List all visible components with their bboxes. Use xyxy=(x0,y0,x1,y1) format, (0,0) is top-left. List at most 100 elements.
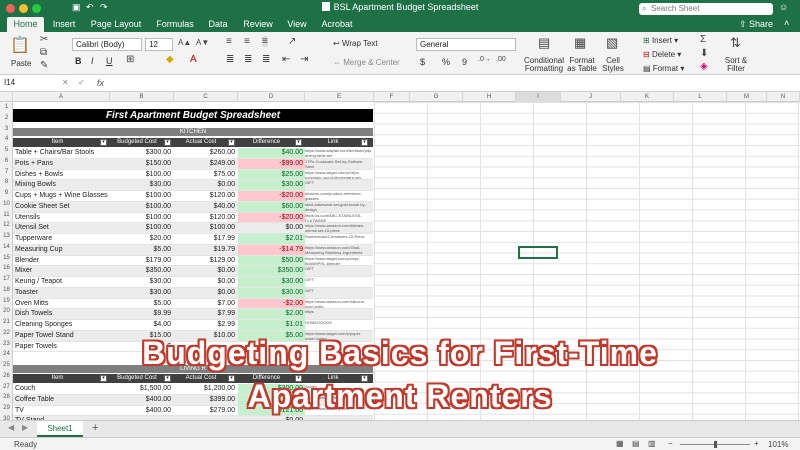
save-icon[interactable]: ▣ xyxy=(72,2,81,13)
actual-cell[interactable]: $0.00 xyxy=(174,266,238,276)
link-cell[interactable]: GIFT xyxy=(305,277,371,287)
link-cell[interactable]: HOMEGOODS xyxy=(305,320,371,330)
decrease-font-icon[interactable]: A▼ xyxy=(196,38,209,47)
difference-cell[interactable]: -$20.00 xyxy=(238,191,305,201)
actual-cell[interactable]: $0.00 xyxy=(174,288,238,298)
tab-view[interactable]: View xyxy=(283,17,311,32)
row-header[interactable]: 21 xyxy=(0,317,13,327)
actual-cell[interactable]: $129.00 xyxy=(174,256,238,266)
share-button[interactable]: ⇧ Share xyxy=(739,17,779,32)
actual-cell[interactable]: $19.79 xyxy=(174,245,238,255)
item-cell[interactable]: Cups + Mugs + Wine Glasses xyxy=(15,191,110,201)
budget-cell[interactable]: $30.00 xyxy=(110,277,174,287)
column-header-g[interactable]: G xyxy=(410,92,463,102)
item-cell[interactable]: Blender xyxy=(15,256,110,266)
insert-function-button[interactable]: fx xyxy=(97,78,104,88)
insert-cells-button[interactable]: ⊞ Insert ▾ xyxy=(643,36,678,45)
filter-dropdown-icon[interactable]: ▾ xyxy=(100,139,107,146)
row-header[interactable]: 15 xyxy=(0,253,13,263)
link-cell[interactable]: https://www.wayfair.com/furniture/pdp/a-… xyxy=(305,148,371,158)
difference-cell[interactable]: -$14.79 xyxy=(238,244,305,255)
selected-cell-i14[interactable] xyxy=(518,246,558,259)
difference-cell[interactable]: $30.00 xyxy=(238,180,305,190)
difference-cell[interactable]: $2.01 xyxy=(238,234,305,244)
item-cell[interactable]: Keurig / Teapot xyxy=(15,277,110,287)
zoom-out-button[interactable]: − xyxy=(668,439,673,448)
align-left-icon[interactable]: ≣ xyxy=(226,54,234,65)
autosum-icon[interactable]: Σ xyxy=(700,34,706,45)
column-header-m[interactable]: M xyxy=(727,92,767,102)
column-header-l[interactable]: L xyxy=(674,92,727,102)
difference-cell[interactable]: $350.00 xyxy=(238,266,305,276)
search-sheet-field[interactable]: ⌕ Search Sheet xyxy=(639,3,773,15)
column-header-b[interactable]: B xyxy=(110,92,174,102)
row-header[interactable]: 10 xyxy=(0,199,13,209)
budget-cell[interactable]: $30.00 xyxy=(110,288,174,298)
align-right-icon[interactable]: ≣ xyxy=(262,54,270,65)
page-break-view-icon[interactable]: ▥ xyxy=(648,439,656,448)
tab-home[interactable]: Home xyxy=(7,17,44,32)
add-sheet-button[interactable]: + xyxy=(92,422,98,434)
link-cell[interactable]: https://www.target.com/p/16pc-porcelain-… xyxy=(305,170,371,180)
actual-cell[interactable]: $17.99 xyxy=(174,234,238,244)
tab-formulas[interactable]: Formulas xyxy=(151,17,199,32)
name-box[interactable]: I14 xyxy=(4,78,44,89)
actual-cell[interactable]: $75.00 xyxy=(174,170,238,180)
bold-button[interactable]: B xyxy=(75,56,82,66)
undo-icon[interactable]: ↶ xyxy=(86,2,94,13)
row-header[interactable]: 19 xyxy=(0,296,13,306)
conditional-formatting-button[interactable]: Conditional Formatting xyxy=(524,57,564,73)
actual-cell[interactable]: $0.00 xyxy=(174,180,238,190)
link-cell[interactable]: 17Pc-Cookware-Set-by-Gotham-Steel xyxy=(305,159,371,169)
item-cell[interactable]: Oven Mitts xyxy=(15,299,110,309)
confirm-icon[interactable]: ✓ xyxy=(78,78,85,87)
column-header-j[interactable]: J xyxy=(561,92,621,102)
delete-cells-button[interactable]: ⊟ Delete ▾ xyxy=(643,50,681,59)
item-cell[interactable]: Tupperware xyxy=(15,234,110,244)
budget-cell[interactable]: $100.00 xyxy=(110,202,174,212)
sort-filter-icon[interactable]: ⇅ xyxy=(730,35,741,51)
wrap-text-button[interactable]: ↩ Wrap Text xyxy=(333,39,378,48)
formula-input[interactable] xyxy=(115,78,785,89)
tab-data[interactable]: Data xyxy=(204,17,232,32)
column-header-a[interactable]: A xyxy=(13,92,110,102)
font-color-icon[interactable]: A xyxy=(190,54,197,65)
budget-cell[interactable]: $350.00 xyxy=(110,266,174,276)
link-cell[interactable]: https://www.amazon.com/Glad-Measuring-St… xyxy=(305,245,371,255)
budget-cell[interactable]: $150.00 xyxy=(110,159,174,169)
row-header[interactable]: 3 xyxy=(0,124,13,134)
orientation-icon[interactable]: ↗ xyxy=(288,36,296,47)
fill-icon[interactable]: ⬇ xyxy=(700,48,708,59)
row-header[interactable]: 7 xyxy=(0,167,13,177)
actual-cell[interactable]: $0.00 xyxy=(174,277,238,287)
filter-dropdown-icon[interactable]: ▾ xyxy=(361,139,368,146)
column-header-i[interactable]: I xyxy=(516,92,561,102)
link-cell[interactable]: steel-bakeware-set-gold-made-by-design xyxy=(305,202,371,212)
currency-button[interactable]: $ xyxy=(420,57,425,67)
align-center-icon[interactable]: ≣ xyxy=(244,54,252,65)
budget-cell[interactable]: $5.00 xyxy=(110,299,174,309)
cell-styles-icon[interactable]: ▧ xyxy=(606,35,618,51)
tab-review[interactable]: Review xyxy=(239,17,277,32)
link-cell[interactable]: GIFT xyxy=(305,288,371,298)
filter-dropdown-icon[interactable]: ▾ xyxy=(164,139,171,146)
difference-cell[interactable]: $0.00 xyxy=(238,223,305,233)
item-cell[interactable]: Utensils xyxy=(15,213,110,223)
font-name-select[interactable]: Calibri (Body) xyxy=(72,38,142,51)
row-header[interactable]: 1 xyxy=(0,102,13,112)
row-header[interactable]: 16 xyxy=(0,263,13,273)
column-header-k[interactable]: K xyxy=(621,92,674,102)
cell-styles-button[interactable]: Cell Styles xyxy=(600,57,626,73)
zoom-in-button[interactable]: + xyxy=(754,439,759,448)
item-cell[interactable]: Cookie Sheet Set xyxy=(15,202,110,212)
increase-indent-icon[interactable]: ⇥ xyxy=(300,54,308,65)
difference-cell[interactable]: $30.00 xyxy=(238,287,305,298)
column-header-h[interactable]: H xyxy=(463,92,516,102)
budget-cell[interactable]: $4.00 xyxy=(110,320,174,330)
item-cell[interactable]: Table + Chairs/Bar Stools xyxy=(15,148,110,158)
difference-cell[interactable]: $30.00 xyxy=(238,277,305,287)
budget-cell[interactable]: $30.00 xyxy=(110,180,174,190)
row-header[interactable]: 17 xyxy=(0,274,13,284)
paste-icon[interactable]: 📋 xyxy=(10,35,30,55)
difference-cell[interactable]: $40.00 xyxy=(238,148,305,158)
